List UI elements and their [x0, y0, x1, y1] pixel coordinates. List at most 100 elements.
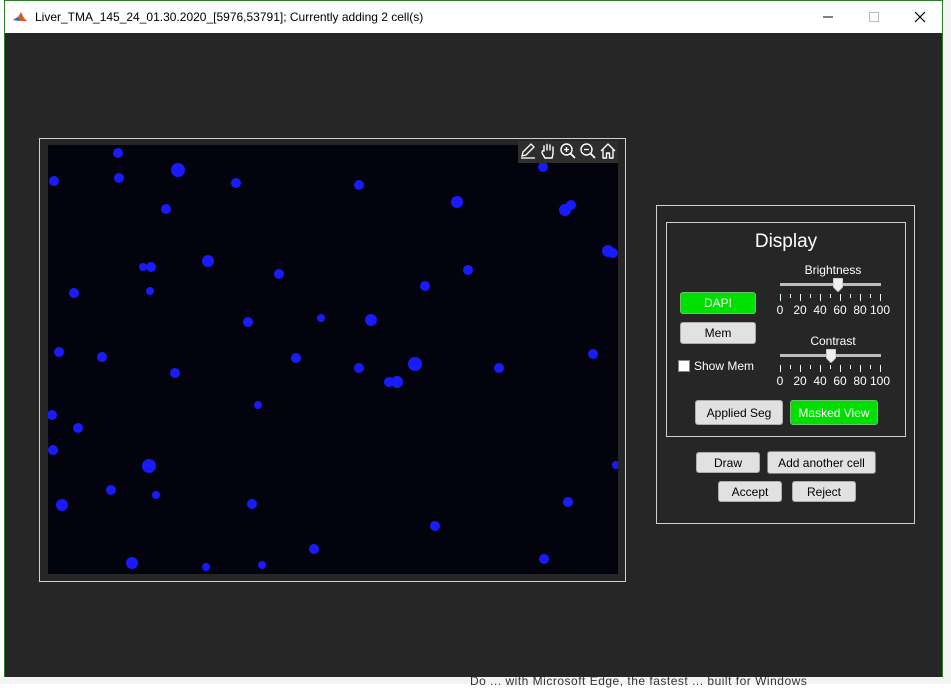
- display-group: Display DAPI Mem Show Mem Brightness 0 2…: [666, 222, 906, 437]
- nucleus-blob: [202, 563, 210, 571]
- contrast-tick-labels: 0 20 40 60 80 100: [776, 374, 892, 388]
- nucleus-blob: [612, 461, 618, 469]
- display-title: Display: [754, 231, 818, 252]
- dapi-button[interactable]: DAPI: [680, 292, 756, 314]
- brightness-tick: 60: [833, 303, 847, 317]
- contrast-tick: 0: [776, 374, 784, 388]
- image-axes-frame: [39, 138, 626, 582]
- brightness-tick-labels: 0 20 40 60 80 100: [776, 303, 892, 317]
- nucleus-blob: [126, 557, 138, 569]
- brightness-label: Brightness: [804, 263, 862, 277]
- home-tool[interactable]: [598, 141, 618, 161]
- brightness-tick: 20: [793, 303, 807, 317]
- nucleus-blob: [566, 200, 576, 210]
- desktop-background: [943, 0, 951, 684]
- close-button[interactable]: [897, 1, 943, 33]
- nucleus-blob: [408, 357, 422, 371]
- nucleus-blob: [48, 445, 58, 455]
- nuclei-layer: [48, 148, 618, 571]
- nucleus-blob: [54, 347, 64, 357]
- nucleus-blob: [538, 162, 548, 172]
- desktop-background-text: Do ... with Microsoft Edge, the fastest …: [0, 674, 951, 688]
- maximize-icon: [869, 12, 879, 22]
- contrast-thumb[interactable]: [825, 349, 836, 363]
- title-bar[interactable]: Liver_TMA_145_24_01.30.2020_[5976,53791]…: [5, 1, 942, 33]
- nucleus-blob: [384, 377, 394, 387]
- control-panel: Display DAPI Mem Show Mem Brightness 0 2…: [656, 205, 915, 524]
- show-mem-checkbox[interactable]: [678, 360, 690, 372]
- zoom-in-icon: [560, 143, 576, 159]
- figure-window: Liver_TMA_145_24_01.30.2020_[5976,53791]…: [4, 0, 943, 677]
- nucleus-blob: [139, 263, 147, 271]
- brightness-track: [780, 283, 881, 286]
- nucleus-blob: [49, 176, 59, 186]
- minimize-button[interactable]: [805, 1, 851, 33]
- nucleus-blob: [451, 196, 463, 208]
- nucleus-blob: [73, 423, 83, 433]
- nucleus-blob: [539, 554, 549, 564]
- nucleus-blob: [97, 352, 107, 362]
- nucleus-blob: [463, 265, 473, 275]
- nucleus-blob: [588, 349, 598, 359]
- nucleus-blob: [317, 314, 325, 322]
- nucleus-blob: [309, 544, 319, 554]
- mem-button[interactable]: Mem: [680, 322, 756, 344]
- nucleus-blob: [170, 368, 180, 378]
- applied-seg-button[interactable]: Applied Seg: [695, 400, 783, 425]
- masked-view-button[interactable]: Masked View: [790, 400, 878, 425]
- nucleus-blob: [354, 363, 364, 373]
- close-icon: [914, 11, 926, 23]
- matlab-logo-icon: [12, 9, 28, 25]
- nucleus-blob: [142, 459, 156, 473]
- zoom-out-tool[interactable]: [578, 141, 598, 161]
- edit-brush-tool[interactable]: [518, 141, 538, 161]
- nucleus-blob: [161, 204, 171, 214]
- nucleus-blob: [243, 317, 253, 327]
- nucleus-blob: [247, 499, 257, 509]
- contrast-tick: 100: [869, 374, 891, 388]
- nucleus-blob: [354, 180, 364, 190]
- contrast-tick: 60: [833, 374, 847, 388]
- nucleus-blob: [152, 491, 160, 499]
- brightness-thumb[interactable]: [832, 278, 843, 292]
- nucleus-blob: [254, 401, 262, 409]
- nucleus-blob: [106, 485, 116, 495]
- nucleus-blob: [202, 255, 214, 267]
- show-mem-label: Show Mem: [694, 359, 755, 373]
- edit-brush-icon: [521, 143, 535, 159]
- nucleus-blob: [365, 314, 377, 326]
- nucleus-blob: [231, 178, 241, 188]
- nucleus-blob: [420, 281, 430, 291]
- brightness-ticks: [780, 294, 881, 301]
- nucleus-blob: [291, 353, 301, 363]
- nucleus-blob: [69, 288, 79, 298]
- window-title: Liver_TMA_145_24_01.30.2020_[5976,53791]…: [35, 10, 424, 24]
- nucleus-blob: [258, 561, 266, 569]
- nucleus-blob: [114, 173, 124, 183]
- brightness-tick: 0: [776, 303, 784, 317]
- add-another-cell-button[interactable]: Add another cell: [767, 451, 876, 474]
- show-mem-option[interactable]: Show Mem: [678, 359, 754, 373]
- figure-client-area: Display DAPI Mem Show Mem Brightness 0 2…: [5, 33, 942, 677]
- brightness-tick: 40: [813, 303, 827, 317]
- pan-hand-icon: [541, 143, 554, 159]
- nucleus-blob: [113, 148, 123, 158]
- draw-button[interactable]: Draw: [696, 452, 760, 473]
- contrast-tick: 40: [813, 374, 827, 388]
- minimize-icon: [823, 16, 833, 18]
- nucleus-blob: [146, 262, 156, 272]
- reject-button[interactable]: Reject: [792, 481, 856, 502]
- accept-button[interactable]: Accept: [718, 481, 782, 502]
- maximize-button[interactable]: [851, 1, 897, 33]
- brightness-tick: 80: [853, 303, 867, 317]
- contrast-tick: 20: [793, 374, 807, 388]
- contrast-tick: 80: [853, 374, 867, 388]
- zoom-in-tool[interactable]: [558, 141, 578, 161]
- axes-toolbar: [518, 141, 618, 163]
- home-icon: [600, 143, 616, 159]
- nucleus-blob: [608, 248, 618, 258]
- pan-tool[interactable]: [538, 141, 558, 161]
- dapi-image[interactable]: [48, 145, 618, 574]
- nucleus-blob: [146, 287, 154, 295]
- nucleus-blob: [494, 363, 504, 373]
